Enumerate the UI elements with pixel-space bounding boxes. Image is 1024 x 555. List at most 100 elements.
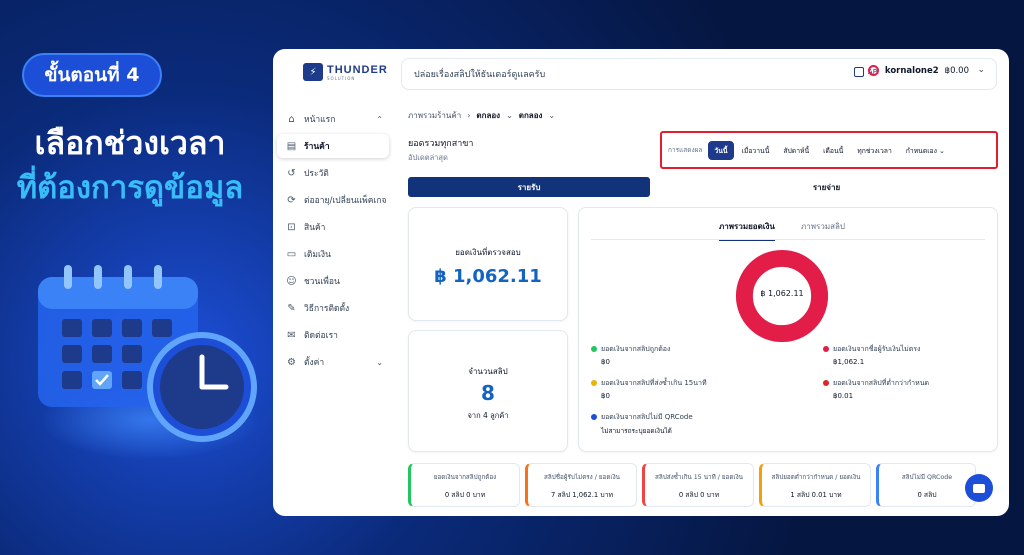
sidebar-item-label: เติมเงิน — [304, 250, 331, 260]
tab-divider — [591, 239, 985, 240]
renew-icon: ⟳ — [287, 194, 296, 206]
gear-icon: ⚙ — [287, 356, 296, 368]
legend-label: ยอดเงินจากสลิปที่ส่งซ้ำเกิน 15นาที — [601, 379, 707, 387]
filter-this-week[interactable]: สัปดาห์นี้ — [777, 141, 815, 160]
calendar-clock-illustration — [38, 265, 257, 442]
legend-value: ไม่สามารถระบุยอดเงินได้ — [601, 427, 672, 435]
chevron-down-icon: ⌄ — [939, 146, 945, 155]
legend-dot — [823, 380, 829, 386]
tab-expense[interactable]: รายจ่าย — [655, 177, 998, 197]
stat-card-title: สลิปส่งซ้ำเกิน 15 นาที / ยอดเงิน — [655, 474, 743, 481]
home-icon: ⌂ — [288, 113, 295, 125]
api-icon — [853, 67, 864, 77]
sidebar-item-label: สินค้า — [304, 223, 326, 233]
legend-dot — [591, 380, 597, 386]
contact-icon: ✉ — [287, 329, 296, 341]
main-content: ภาพรวมร้านค้า › ตกลอง ⌄ ตกลอง ⌄ ยอดรวมทุ… — [408, 101, 998, 516]
breadcrumb-root[interactable]: ภาพรวมร้านค้า — [408, 109, 461, 122]
filter-custom[interactable]: กำหนดเอง ⌄ — [900, 141, 951, 160]
sidebar-item-renew[interactable]: ⟳ ต่ออายุ/เปลี่ยนแพ็คเกจ — [277, 188, 389, 212]
verified-amount-card: ยอดเงินที่ตรวจสอบ ฿ 1,062.11 — [408, 207, 568, 321]
legend-item: ยอดเงินจากชื่อผู้รับเงินไม่ตรง ฿1,062.1 — [823, 344, 920, 366]
chevron-down-icon: ⌄ — [506, 111, 513, 120]
sidebar-item-label: หน้าแรก — [304, 115, 336, 125]
sidebar-item-store[interactable]: ▤ ร้านค้า — [277, 134, 389, 158]
tab-amount-overview[interactable]: ภาพรวมยอดเงิน — [719, 220, 775, 241]
slip-count-subtext: จาก 4 ลูกค้า — [467, 411, 509, 420]
sidebar-item-label: ตั้งค่า — [304, 358, 325, 368]
sidebar: ⌂ หน้าแรก ⌃ ▤ ร้านค้า ↺ ประวัติ ⟳ ต่ออาย… — [273, 101, 395, 516]
stat-card-name-mismatch: สลิปชื่อผู้รับไม่ตรง / ยอดเงิน 7 สลิป 1,… — [525, 463, 637, 507]
filter-today[interactable]: วันนี้ — [708, 140, 734, 160]
friends-icon: ☺ — [286, 275, 297, 287]
stat-card-value: 0 สลิป — [917, 491, 937, 499]
legend-item: ยอดเงินจากสลิปที่ต่ำกว่ากำหนด ฿0.01 — [823, 378, 929, 400]
tab-income[interactable]: รายรับ — [408, 177, 650, 197]
chevron-down-icon: ⌄ — [376, 357, 383, 367]
sidebar-item-label: ร้านค้า — [304, 142, 330, 152]
wallet-icon: ▭ — [286, 248, 297, 260]
chevron-down-icon: ⌄ — [548, 111, 556, 120]
slip-count-value: 8 — [481, 381, 495, 405]
stat-card-title: ยอดเงินจากสลิปถูกต้อง — [433, 474, 497, 481]
legend-dot — [591, 346, 597, 352]
sidebar-item-settings[interactable]: ⚙ ตั้งค่า ⌄ — [277, 350, 389, 374]
legend-item: ยอดเงินจากสลิปที่ส่งซ้ำเกิน 15นาที ฿0 — [591, 378, 707, 400]
username: kornalone2 — [884, 65, 939, 76]
sidebar-item-home[interactable]: ⌂ หน้าแรก ⌃ — [277, 107, 389, 131]
filter-this-month[interactable]: เดือนนี้ — [817, 141, 849, 160]
stat-card-title: สลิปยอดต่ำกว่ากำหนด / ยอดเงิน — [771, 474, 861, 481]
chevron-down-icon[interactable]: ⌄ — [977, 65, 985, 75]
legend-label: ยอดเงินจากสลิปถูกต้อง — [601, 345, 671, 353]
time-range-filter: การแสดงผล วันนี้ เมื่อวานนี้ สัปดาห์นี้ … — [660, 131, 998, 169]
history-icon: ↺ — [287, 167, 296, 179]
legend-label: ยอดเงินจากชื่อผู้รับเงินไม่ตรง — [833, 345, 921, 353]
stat-card-title: สลิปชื่อผู้รับไม่ตรง / ยอดเงิน — [544, 474, 620, 481]
legend-item: ยอดเงินจากสลิปไม่มี QRCode ไม่สามารถระบุ… — [591, 412, 693, 436]
filter-label: การแสดงผล — [668, 146, 703, 154]
legend-label: ยอดเงินจากสลิปที่ต่ำกว่ากำหนด — [833, 379, 930, 387]
sidebar-item-products[interactable]: ⊡ สินค้า — [277, 215, 389, 239]
sidebar-item-install[interactable]: ✎ วิธีการติดตั้ง — [277, 296, 389, 320]
sidebar-item-label: ต่ออายุ/เปลี่ยนแพ็คเกจ — [304, 196, 387, 206]
user-avatar-icon — [867, 65, 879, 76]
sidebar-item-topup[interactable]: ▭ เติมเงิน — [277, 242, 389, 266]
logo-subtext: SOLUTION — [327, 75, 356, 81]
logo[interactable]: ⚡ THUNDER SOLUTION — [303, 63, 388, 81]
logo-text: THUNDER — [327, 63, 388, 76]
headline-line-2: ที่ต้องการดูข้อมูล — [16, 170, 244, 205]
stat-card-value: 0 สลิป 0 บาท — [678, 491, 720, 499]
stat-card-no-qr: สลิปไม่มี QRCode 0 สลิป — [876, 463, 976, 507]
user-menu[interactable]: kornalone2 ฿0.00 — [867, 65, 969, 76]
legend-item: ยอดเงินจากสลิปถูกต้อง ฿0 — [591, 344, 670, 366]
sidebar-item-invite[interactable]: ☺ ชวนเพื่อน — [277, 269, 389, 293]
filter-yesterday[interactable]: เมื่อวานนี้ — [736, 141, 776, 160]
filter-all-time[interactable]: ทุกช่วงเวลา — [851, 141, 897, 160]
stat-card-below-min: สลิปยอดต่ำกว่ากำหนด / ยอดเงิน 1 สลิป 0.0… — [759, 463, 871, 507]
breadcrumb: ภาพรวมร้านค้า › ตกลอง ⌄ ตกลอง ⌄ — [408, 109, 555, 122]
thunder-logo-icon: ⚡ — [303, 63, 323, 81]
sidebar-item-contact[interactable]: ✉ ติดต่อเรา — [277, 323, 389, 347]
verified-amount-title: ยอดเงินที่ตรวจสอบ — [455, 248, 521, 257]
sidebar-item-label: วิธีการติดตั้ง — [304, 304, 350, 314]
announcement-text: ปล่อยเรื่องสลิปให้ธันเดอร์ดูแลครับ — [414, 70, 546, 80]
breadcrumb-store-dropdown[interactable]: ตกลอง — [519, 109, 543, 122]
app-window: ⚡ THUNDER SOLUTION ปล่อยเรื่องสลิปให้ธัน… — [273, 49, 1009, 516]
stat-card-value: 0 สลิป 0 บาท — [444, 491, 486, 499]
chart-card: ภาพรวมยอดเงิน ภาพรวมสลิป ฿ 1,062.11 ยอดเ… — [578, 207, 998, 452]
verified-amount-value: ฿ 1,062.11 — [434, 266, 542, 287]
breadcrumb-separator: › — [467, 111, 471, 120]
slip-count-title: จำนวนสลิป — [468, 367, 508, 376]
sidebar-item-label: ติดต่อเรา — [304, 331, 338, 341]
install-icon: ✎ — [287, 302, 296, 314]
chevron-up-icon: ⌃ — [376, 114, 383, 124]
chat-button[interactable] — [965, 474, 993, 502]
summary-title: ยอดรวมทุกสาขา — [408, 139, 474, 149]
chat-bubble-icon — [973, 483, 985, 493]
breadcrumb-branch-dropdown[interactable]: ตกลอง — [476, 109, 500, 122]
sidebar-item-label: ชวนเพื่อน — [304, 277, 340, 287]
tab-slip-overview[interactable]: ภาพรวมสลิป — [801, 220, 845, 233]
store-icon: ▤ — [286, 140, 297, 152]
sidebar-item-history[interactable]: ↺ ประวัติ — [277, 161, 389, 185]
legend-value: ฿1,062.1 — [833, 358, 865, 366]
